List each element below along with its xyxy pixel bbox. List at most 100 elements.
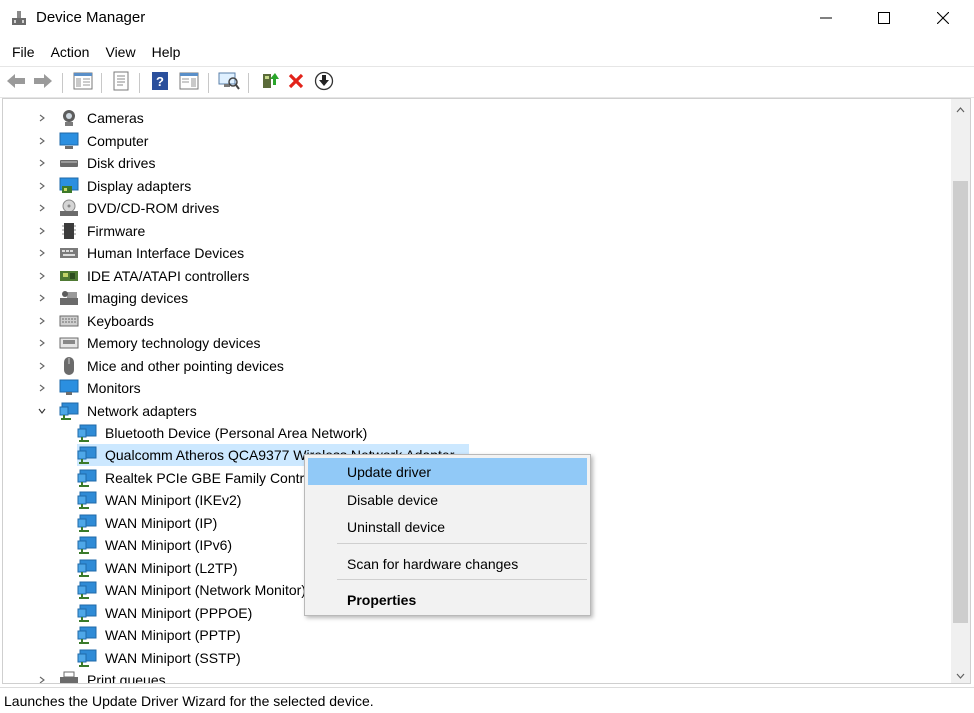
close-button[interactable] <box>914 0 972 38</box>
chevron-right-icon[interactable] <box>35 332 49 354</box>
tree-item-memory-technology-devices[interactable]: Memory technology devices <box>35 332 263 354</box>
status-bar: Launches the Update Driver Wizard for th… <box>0 687 974 713</box>
menu-item-properties[interactable]: Properties <box>308 586 587 613</box>
computer-icon <box>59 132 79 150</box>
tree-child-realtek-pcie[interactable]: Realtek PCIe GBE Family Controller <box>77 467 333 489</box>
tree-item-label: Print queues <box>87 672 166 684</box>
tree-item-mice-and-other-pointing-devices[interactable]: Mice and other pointing devices <box>35 355 286 377</box>
chevron-right-icon[interactable] <box>35 220 49 242</box>
chevron-right-icon[interactable] <box>35 287 49 309</box>
scroll-up-button[interactable] <box>951 99 970 117</box>
tree-child-wan-sstp[interactable]: WAN Miniport (SSTP) <box>77 647 243 669</box>
menu-help[interactable]: Help <box>144 40 189 64</box>
scan-hardware-button[interactable] <box>218 71 240 93</box>
tree-child-wan-pptp[interactable]: WAN Miniport (PPTP) <box>77 624 243 646</box>
network-adapter-icon <box>77 424 97 442</box>
minimize-button[interactable] <box>797 0 855 38</box>
tree-item-label: Display adapters <box>87 178 192 194</box>
menu-file[interactable]: File <box>0 40 43 64</box>
tree-item-label: Firmware <box>87 223 146 239</box>
tree-item-cameras[interactable]: Cameras <box>35 107 146 129</box>
tree-item-label: Imaging devices <box>87 290 189 306</box>
tree-child-wan-ip[interactable]: WAN Miniport (IP) <box>77 512 219 534</box>
menu-bar: File Action View Help <box>0 40 974 64</box>
chevron-right-icon[interactable] <box>35 175 49 197</box>
network-adapter-icon <box>77 559 97 577</box>
update-driver-button[interactable] <box>258 71 280 93</box>
tree-item-computer[interactable]: Computer <box>35 130 150 152</box>
tree-item-print-queues[interactable]: Print queues <box>35 669 168 684</box>
mouse-icon <box>59 357 79 375</box>
back-button[interactable] <box>5 71 27 93</box>
chevron-right-icon[interactable] <box>35 242 49 264</box>
tree-item-label: Memory technology devices <box>87 335 261 351</box>
help-button[interactable]: ? <box>149 71 171 93</box>
properties-button[interactable] <box>110 71 132 93</box>
tree-item-label: WAN Miniport (IPv6) <box>105 537 233 553</box>
toolbar-separator <box>62 73 63 93</box>
tree-item-label: Human Interface Devices <box>87 245 245 261</box>
toolbar: ? <box>0 66 974 98</box>
scroll-down-button[interactable] <box>951 665 970 683</box>
chevron-right-icon[interactable] <box>35 669 49 683</box>
tree-item-firmware[interactable]: Firmware <box>35 220 147 242</box>
ide-controller-icon <box>59 267 79 285</box>
download-driver-button[interactable] <box>313 71 335 93</box>
tree-child-wan-ipv6[interactable]: WAN Miniport (IPv6) <box>77 534 234 556</box>
vertical-scrollbar[interactable] <box>951 99 970 683</box>
show-hide-console-tree-button[interactable] <box>72 71 94 93</box>
tree-item-imaging-devices[interactable]: Imaging devices <box>35 287 190 309</box>
forward-arrow-icon <box>33 73 53 92</box>
network-adapter-icon <box>77 446 97 464</box>
menu-item-update-driver[interactable]: Update driver <box>308 458 587 485</box>
chevron-right-icon[interactable] <box>35 152 49 174</box>
disk-drive-icon <box>59 154 79 172</box>
tree-item-display-adapters[interactable]: Display adapters <box>35 175 193 197</box>
tree-item-ide-ata-atapi-controllers[interactable]: IDE ATA/ATAPI controllers <box>35 265 251 287</box>
forward-button[interactable] <box>32 71 54 93</box>
printer-icon <box>59 671 79 683</box>
show-hide-console-tree-icon <box>73 72 93 93</box>
properties-sheet-icon <box>112 71 130 94</box>
tree-child-wan-network-monitor[interactable]: WAN Miniport (Network Monitor) <box>77 579 308 601</box>
tree-child-wan-ikev2[interactable]: WAN Miniport (IKEv2) <box>77 489 243 511</box>
uninstall-device-button[interactable] <box>285 71 307 93</box>
tree-item-dvd-cdrom-drives[interactable]: DVD/CD-ROM drives <box>35 197 221 219</box>
tree-item-disk-drives[interactable]: Disk drives <box>35 152 157 174</box>
chevron-right-icon[interactable] <box>35 107 49 129</box>
window-title: Device Manager <box>36 9 146 26</box>
network-adapter-icon <box>77 514 97 532</box>
chevron-right-icon[interactable] <box>35 377 49 399</box>
network-adapter-icon <box>77 581 97 599</box>
chevron-right-icon[interactable] <box>35 265 49 287</box>
toolbar-separator <box>139 73 140 93</box>
tree-child-wan-l2tp[interactable]: WAN Miniport (L2TP) <box>77 557 240 579</box>
action-pane-button[interactable] <box>178 71 200 93</box>
menu-item-uninstall-device[interactable]: Uninstall device <box>308 513 587 540</box>
scrollbar-thumb[interactable] <box>953 181 968 623</box>
tree-item-label: Network adapters <box>87 403 197 419</box>
menu-item-scan-hardware[interactable]: Scan for hardware changes <box>308 550 587 577</box>
menu-action[interactable]: Action <box>43 40 98 64</box>
tree-item-network-adapters[interactable]: Network adapters <box>35 400 199 422</box>
menu-item-disable-device[interactable]: Disable device <box>308 486 587 513</box>
tree-item-keyboards[interactable]: Keyboards <box>35 310 156 332</box>
chevron-right-icon[interactable] <box>35 130 49 152</box>
chevron-right-icon[interactable] <box>35 310 49 332</box>
toolbar-separator <box>208 73 209 93</box>
menu-view[interactable]: View <box>97 40 143 64</box>
network-adapter-icon <box>77 491 97 509</box>
tree-item-label: WAN Miniport (PPTP) <box>105 627 241 643</box>
tree-child-bluetooth-device[interactable]: Bluetooth Device (Personal Area Network) <box>77 422 369 444</box>
tree-item-human-interface-devices[interactable]: Human Interface Devices <box>35 242 246 264</box>
chevron-down-icon[interactable] <box>35 400 49 422</box>
tree-child-wan-pppoe[interactable]: WAN Miniport (PPPOE) <box>77 602 254 624</box>
chevron-right-icon[interactable] <box>35 197 49 219</box>
chevron-right-icon[interactable] <box>35 355 49 377</box>
tree-item-label: Monitors <box>87 380 141 396</box>
tree-item-monitors[interactable]: Monitors <box>35 377 143 399</box>
chevron-down-icon <box>956 666 965 682</box>
chevron-up-icon <box>956 100 965 116</box>
toolbar-separator <box>101 73 102 93</box>
maximize-button[interactable] <box>855 0 913 38</box>
